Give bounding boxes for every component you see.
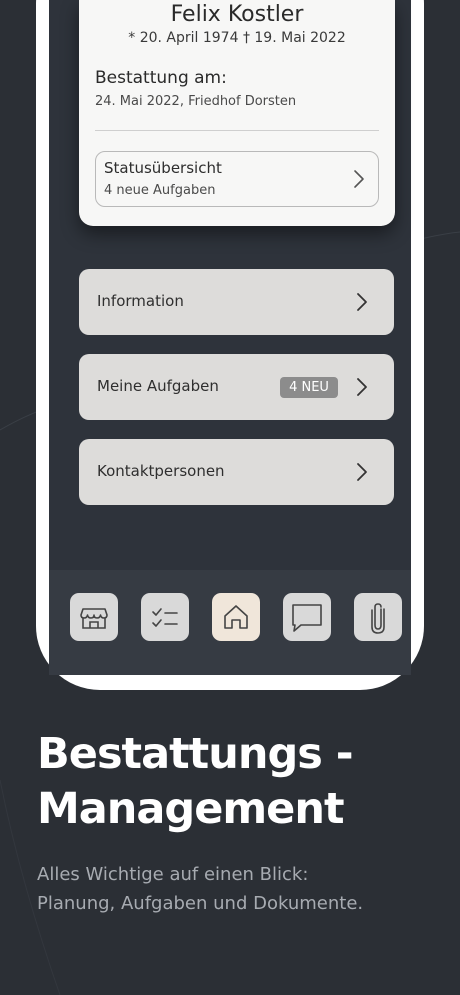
information-button[interactable]: Information	[79, 269, 394, 335]
paperclip-icon	[371, 603, 385, 634]
store-icon	[80, 608, 108, 629]
person-card: Felix Kostler * 20. April 1974 † 19. Mai…	[79, 0, 395, 226]
status-overview-button[interactable]: Statusübersicht 4 neue Aufgaben	[95, 151, 379, 207]
home-icon	[224, 605, 248, 629]
person-name: Felix Kostler	[170, 2, 304, 27]
tab-bar	[49, 570, 411, 675]
checklist-icon	[152, 608, 178, 627]
chevron-right-icon	[357, 378, 367, 396]
my-tasks-button[interactable]: Meine Aufgaben 4 NEU	[79, 354, 394, 420]
subheadline: Alles Wichtige auf einen Blick: Planung,…	[37, 860, 437, 918]
chevron-right-icon	[357, 463, 367, 481]
contacts-button[interactable]: Kontaktpersonen	[79, 439, 394, 505]
status-title: Statusübersicht	[104, 159, 222, 177]
burial-value: 24. Mai 2022, Friedhof Dorsten	[95, 94, 297, 109]
subheadline-line-2: Planung, Aufgaben und Dokumente.	[37, 893, 364, 914]
burial-label: Bestattung am:	[95, 68, 227, 88]
chat-icon	[292, 604, 322, 632]
headline-line-1: Bestattungs -	[37, 729, 354, 779]
chevron-right-icon	[357, 293, 367, 311]
subheadline-line-1: Alles Wichtige auf einen Blick:	[37, 864, 309, 885]
tab-store[interactable]	[70, 593, 118, 641]
new-tasks-badge: 4 NEU	[280, 377, 338, 398]
tab-tasks[interactable]	[141, 593, 189, 641]
card-divider	[95, 130, 379, 131]
headline: Bestattungs - Management	[37, 727, 437, 837]
person-dates: * 20. April 1974 † 19. Mai 2022	[128, 30, 346, 46]
status-subtitle: 4 neue Aufgaben	[104, 183, 216, 198]
headline-line-2: Management	[37, 784, 345, 834]
menu-label-information: Information	[97, 292, 184, 310]
tab-documents[interactable]	[354, 593, 402, 641]
tab-home[interactable]	[212, 593, 260, 641]
chevron-right-icon	[354, 170, 364, 188]
tab-messages[interactable]	[283, 593, 331, 641]
menu-label-contacts: Kontaktpersonen	[97, 462, 225, 480]
menu-label-tasks: Meine Aufgaben	[97, 377, 219, 395]
